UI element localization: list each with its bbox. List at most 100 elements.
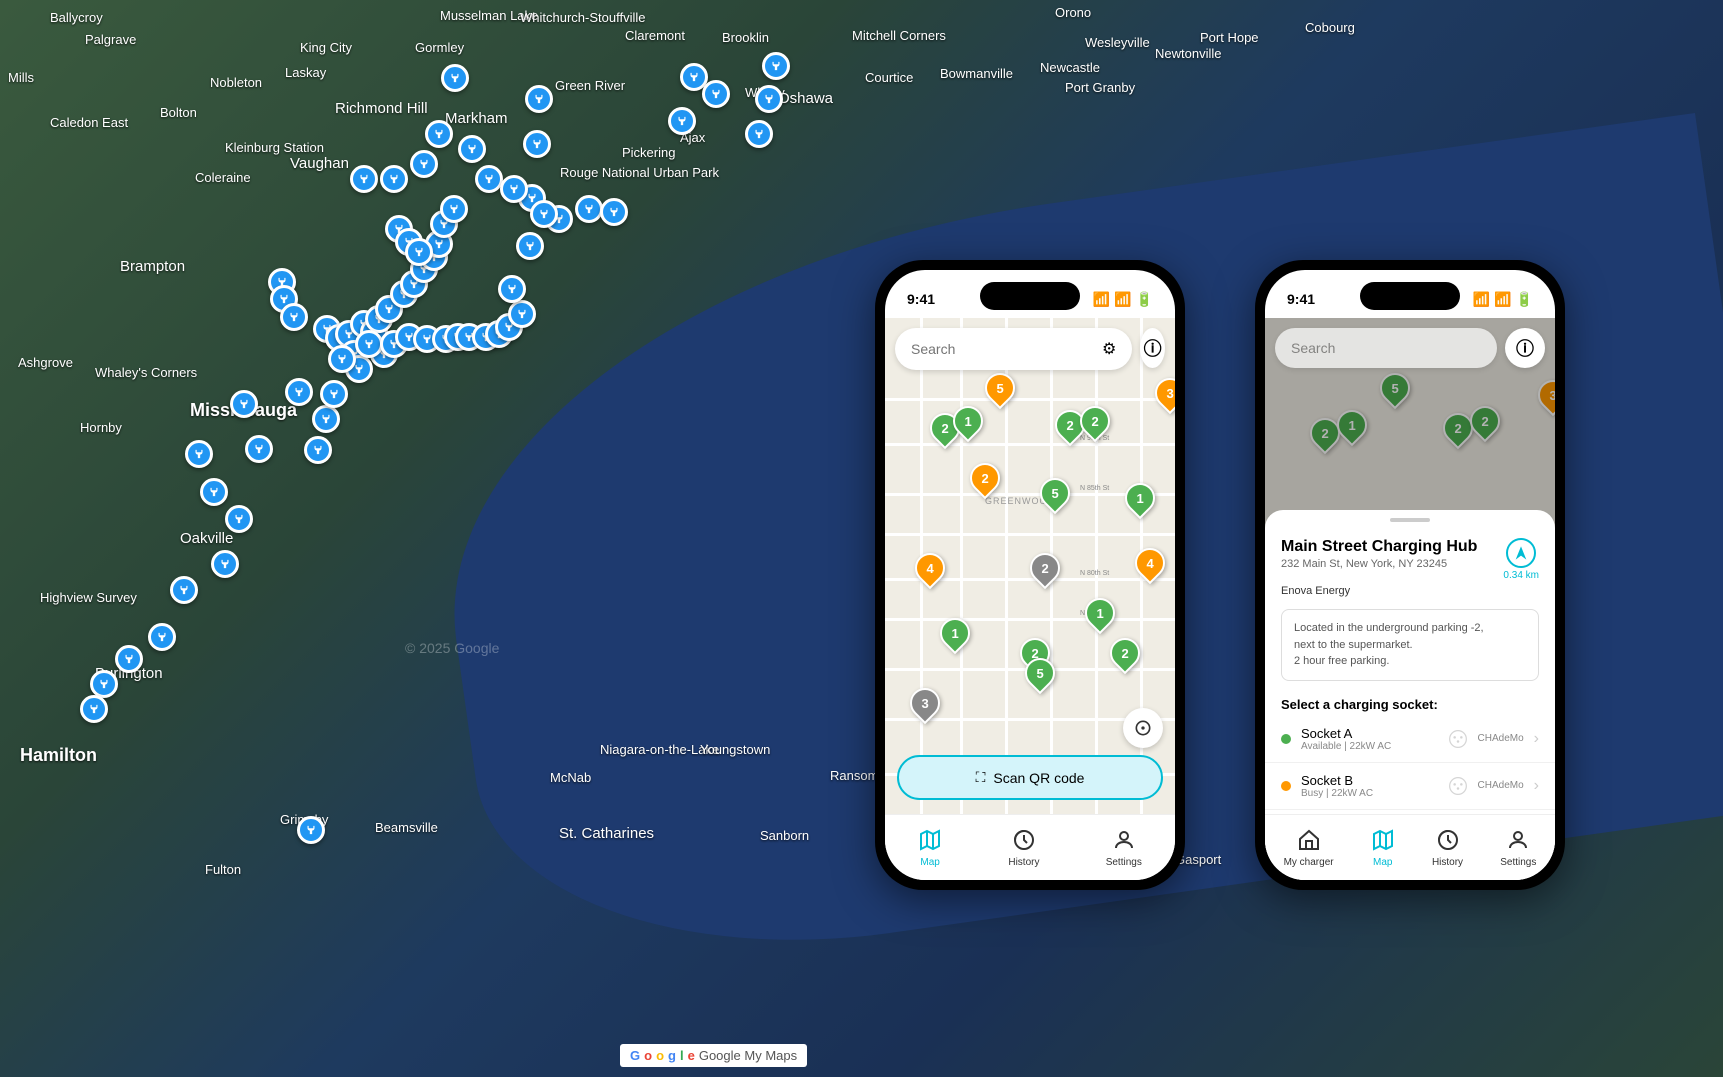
nav-label: My charger xyxy=(1284,857,1334,868)
charging-station-pin[interactable] xyxy=(410,150,438,178)
charging-station-pin[interactable] xyxy=(170,576,198,604)
charging-station-pin[interactable] xyxy=(702,80,730,108)
charging-station-pin[interactable] xyxy=(500,175,528,203)
charger-pin[interactable]: 5 xyxy=(1040,478,1072,518)
charging-station-pin[interactable] xyxy=(516,232,544,260)
street xyxy=(1095,318,1098,814)
charging-station-pin[interactable] xyxy=(245,435,273,463)
charging-station-pin[interactable] xyxy=(90,670,118,698)
scan-qr-button[interactable]: ⛶ Scan QR code xyxy=(897,755,1163,800)
search-bar[interactable] xyxy=(1275,328,1497,368)
charging-station-pin[interactable] xyxy=(600,198,628,226)
chevron-right-icon: › xyxy=(1534,777,1539,795)
sheet-handle[interactable] xyxy=(1390,518,1430,522)
charger-pin[interactable]: 1 xyxy=(1125,483,1157,523)
charging-station-pin[interactable] xyxy=(304,436,332,464)
socket-row[interactable]: Socket AAvailable | 22kW ACCHAdeMo› xyxy=(1265,716,1555,763)
qr-icon: ⛶ xyxy=(976,769,986,786)
charging-station-pin[interactable] xyxy=(755,85,783,113)
nav-label: Map xyxy=(920,857,939,868)
charger-pin[interactable]: 2 xyxy=(970,463,1002,503)
charging-station-pin[interactable] xyxy=(762,52,790,80)
charging-station-pin[interactable] xyxy=(328,345,356,373)
charging-station-pin[interactable] xyxy=(230,390,258,418)
charger-pin[interactable]: 1 xyxy=(940,618,972,658)
crosshair-icon xyxy=(1133,718,1153,738)
charging-station-pin[interactable] xyxy=(380,165,408,193)
charging-station-pin[interactable] xyxy=(745,120,773,148)
charging-station-pin[interactable] xyxy=(405,238,433,266)
charging-station-pin[interactable] xyxy=(285,378,313,406)
scan-label: Scan QR code xyxy=(993,770,1084,786)
charging-station-pin[interactable] xyxy=(523,130,551,158)
charger-pin[interactable]: 4 xyxy=(915,553,947,593)
charger-pin[interactable]: 2 xyxy=(1470,406,1502,446)
search-bar[interactable]: ⚙ xyxy=(895,328,1132,370)
charging-station-pin[interactable] xyxy=(440,195,468,223)
charging-station-pin[interactable] xyxy=(475,165,503,193)
signal-icon: 📶 xyxy=(1473,291,1490,308)
nav-home[interactable]: My charger xyxy=(1284,828,1334,868)
charging-station-pin[interactable] xyxy=(508,300,536,328)
navigate-button[interactable] xyxy=(1506,538,1536,568)
nav-map[interactable]: Map xyxy=(1371,828,1395,868)
charger-pin[interactable]: 1 xyxy=(953,406,985,446)
search-input[interactable] xyxy=(1291,340,1481,356)
info-button[interactable]: ⓘ xyxy=(1505,328,1545,368)
nav-label: History xyxy=(1432,857,1463,868)
chevron-right-icon: › xyxy=(1534,730,1539,748)
charging-station-pin[interactable] xyxy=(575,195,603,223)
charger-pin[interactable]: 3 xyxy=(1155,378,1175,418)
charging-station-pin[interactable] xyxy=(350,165,378,193)
app-map[interactable]: N 90th StN 85th StN 80th StN 77th StN 73… xyxy=(885,318,1175,814)
charger-pin[interactable]: 2 xyxy=(1110,638,1142,678)
charger-pin[interactable]: 2 xyxy=(1030,553,1062,593)
charging-station-pin[interactable] xyxy=(320,380,348,408)
charger-pin[interactable]: 4 xyxy=(1135,548,1167,588)
charger-pin[interactable]: 5 xyxy=(985,373,1017,413)
charging-station-pin[interactable] xyxy=(425,120,453,148)
charger-pin[interactable]: 5 xyxy=(1025,658,1057,698)
charging-station-pin[interactable] xyxy=(280,303,308,331)
charging-station-pin[interactable] xyxy=(297,816,325,844)
charger-pin[interactable]: 3 xyxy=(910,688,942,728)
charging-station-pin[interactable] xyxy=(668,107,696,135)
nav-settings[interactable]: Settings xyxy=(1106,828,1142,868)
charger-pin[interactable]: 3 xyxy=(1538,380,1555,420)
charger-pin[interactable]: 5 xyxy=(1380,373,1412,413)
map-icon xyxy=(918,828,942,855)
charging-station-pin[interactable] xyxy=(200,478,228,506)
search-input[interactable] xyxy=(911,341,1092,357)
socket-row[interactable]: Socket BBusy | 22kW ACCHAdeMo› xyxy=(1265,763,1555,810)
charging-station-pin[interactable] xyxy=(498,275,526,303)
charger-pin[interactable]: 2 xyxy=(1080,406,1112,446)
charging-station-pin[interactable] xyxy=(211,550,239,578)
socket-name: Socket B xyxy=(1301,773,1438,788)
charging-station-pin[interactable] xyxy=(312,405,340,433)
charging-station-pin[interactable] xyxy=(115,645,143,673)
charger-pin[interactable]: 2 xyxy=(1310,418,1342,458)
charger-pin[interactable]: 2 xyxy=(1443,413,1475,453)
wifi-icon: 📶 xyxy=(1494,291,1511,308)
charging-station-pin[interactable] xyxy=(80,695,108,723)
info-button[interactable]: ⓘ xyxy=(1140,328,1165,368)
nav-history[interactable]: History xyxy=(1008,828,1039,868)
charging-station-pin[interactable] xyxy=(225,505,253,533)
charging-station-pin[interactable] xyxy=(525,85,553,113)
charging-station-pin[interactable] xyxy=(185,440,213,468)
charging-station-pin[interactable] xyxy=(441,64,469,92)
status-icons: 📶 📶 🔋 xyxy=(1473,291,1533,308)
charging-station-pin[interactable] xyxy=(148,623,176,651)
charger-pin[interactable]: 1 xyxy=(1085,598,1117,638)
charger-pin[interactable]: 1 xyxy=(1337,410,1369,450)
nav-map[interactable]: Map xyxy=(918,828,942,868)
filter-icon[interactable]: ⚙ xyxy=(1102,339,1116,359)
station-title: Main Street Charging Hub xyxy=(1281,538,1477,556)
locate-button[interactable] xyxy=(1123,708,1163,748)
nav-settings[interactable]: Settings xyxy=(1500,828,1536,868)
charging-station-pin[interactable] xyxy=(458,135,486,163)
charging-station-pin[interactable] xyxy=(355,330,383,358)
nav-history[interactable]: History xyxy=(1432,828,1463,868)
battery-icon: 🔋 xyxy=(1136,291,1153,308)
charging-station-pin[interactable] xyxy=(530,200,558,228)
